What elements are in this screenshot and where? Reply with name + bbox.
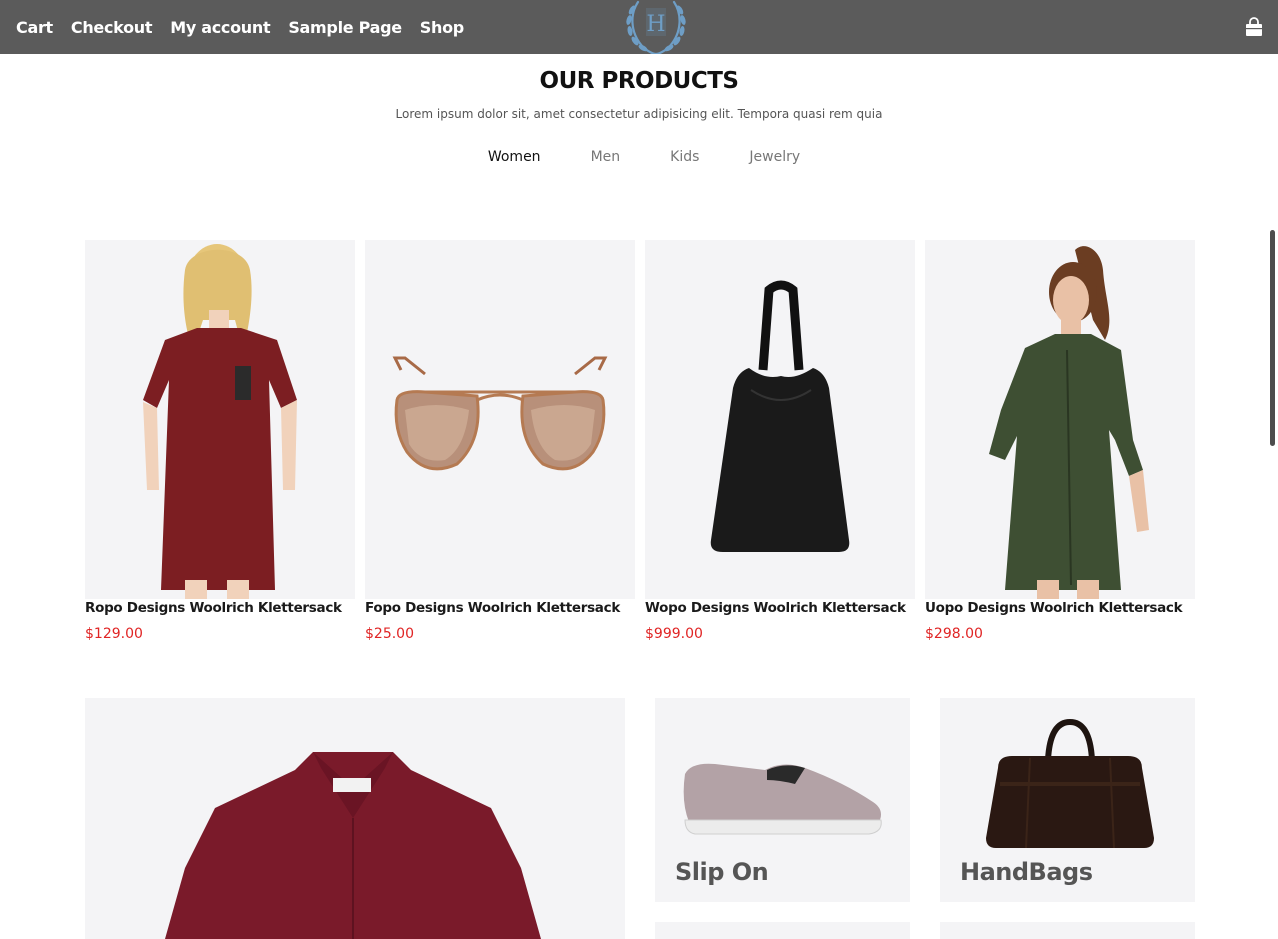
top-navigation-bar: Cart Checkout My account Sample Page Sho… (0, 0, 1278, 56)
promo-banner-shirt[interactable] (85, 698, 625, 939)
tab-kids[interactable]: Kids (670, 149, 699, 165)
promo-card-partial[interactable] (655, 922, 910, 939)
logo-letter: H (646, 12, 665, 37)
product-card[interactable]: Wopo Designs Woolrich Klettersack $999.0… (645, 240, 915, 642)
promo-card-slip-on[interactable]: Slip On (655, 698, 910, 902)
product-name[interactable]: Fopo Designs Woolrich Klettersack (365, 600, 635, 616)
section-title: OUR PRODUCTS (539, 68, 739, 94)
promo-label-slip-on[interactable]: Slip On (675, 858, 769, 886)
category-tabs: Women Men Kids Jewelry (0, 149, 1278, 165)
nav-cart-link[interactable]: Cart (16, 18, 53, 37)
promo-label-handbags[interactable]: HandBags (960, 858, 1093, 886)
product-card[interactable]: Ropo Designs Woolrich Klettersack $129.0… (85, 240, 355, 642)
product-image-sunglasses[interactable] (365, 240, 635, 599)
laurel-logo-icon: H (626, 0, 686, 56)
product-price: $298.00 (925, 626, 983, 642)
tab-men[interactable]: Men (591, 149, 621, 165)
product-name[interactable]: Wopo Designs Woolrich Klettersack (645, 600, 915, 616)
promo-card-partial[interactable] (940, 922, 1195, 939)
product-name[interactable]: Ropo Designs Woolrich Klettersack (85, 600, 355, 616)
red-shirt-image (165, 752, 541, 939)
promo-card-handbags[interactable]: HandBags (940, 698, 1195, 902)
product-card[interactable]: Fopo Designs Woolrich Klettersack $25.00 (365, 240, 635, 642)
product-card[interactable]: Uopo Designs Woolrich Klettersack $298.0… (925, 240, 1195, 642)
main-nav: Cart Checkout My account Sample Page Sho… (16, 0, 464, 54)
nav-sample-page-link[interactable]: Sample Page (288, 18, 402, 37)
site-logo[interactable]: H (620, 0, 692, 56)
product-image-green-dress[interactable] (925, 240, 1195, 599)
page-scrollbar[interactable] (1270, 230, 1275, 446)
product-image-red-dress[interactable] (85, 240, 355, 599)
slip-on-shoe-image (683, 763, 882, 835)
product-image-black-tote[interactable] (645, 240, 915, 599)
shopping-bag-icon[interactable] (1244, 17, 1264, 37)
tab-jewelry[interactable]: Jewelry (749, 149, 800, 165)
product-price: $999.00 (645, 626, 703, 642)
tab-women[interactable]: Women (488, 149, 541, 165)
product-price: $129.00 (85, 626, 143, 642)
product-name[interactable]: Uopo Designs Woolrich Klettersack (925, 600, 1195, 616)
product-price: $25.00 (365, 626, 414, 642)
section-subtitle: Lorem ipsum dolor sit, amet consectetur … (395, 107, 883, 121)
nav-shop-link[interactable]: Shop (420, 18, 464, 37)
nav-checkout-link[interactable]: Checkout (71, 18, 153, 37)
nav-my-account-link[interactable]: My account (170, 18, 270, 37)
leather-bag-image (986, 718, 1154, 849)
